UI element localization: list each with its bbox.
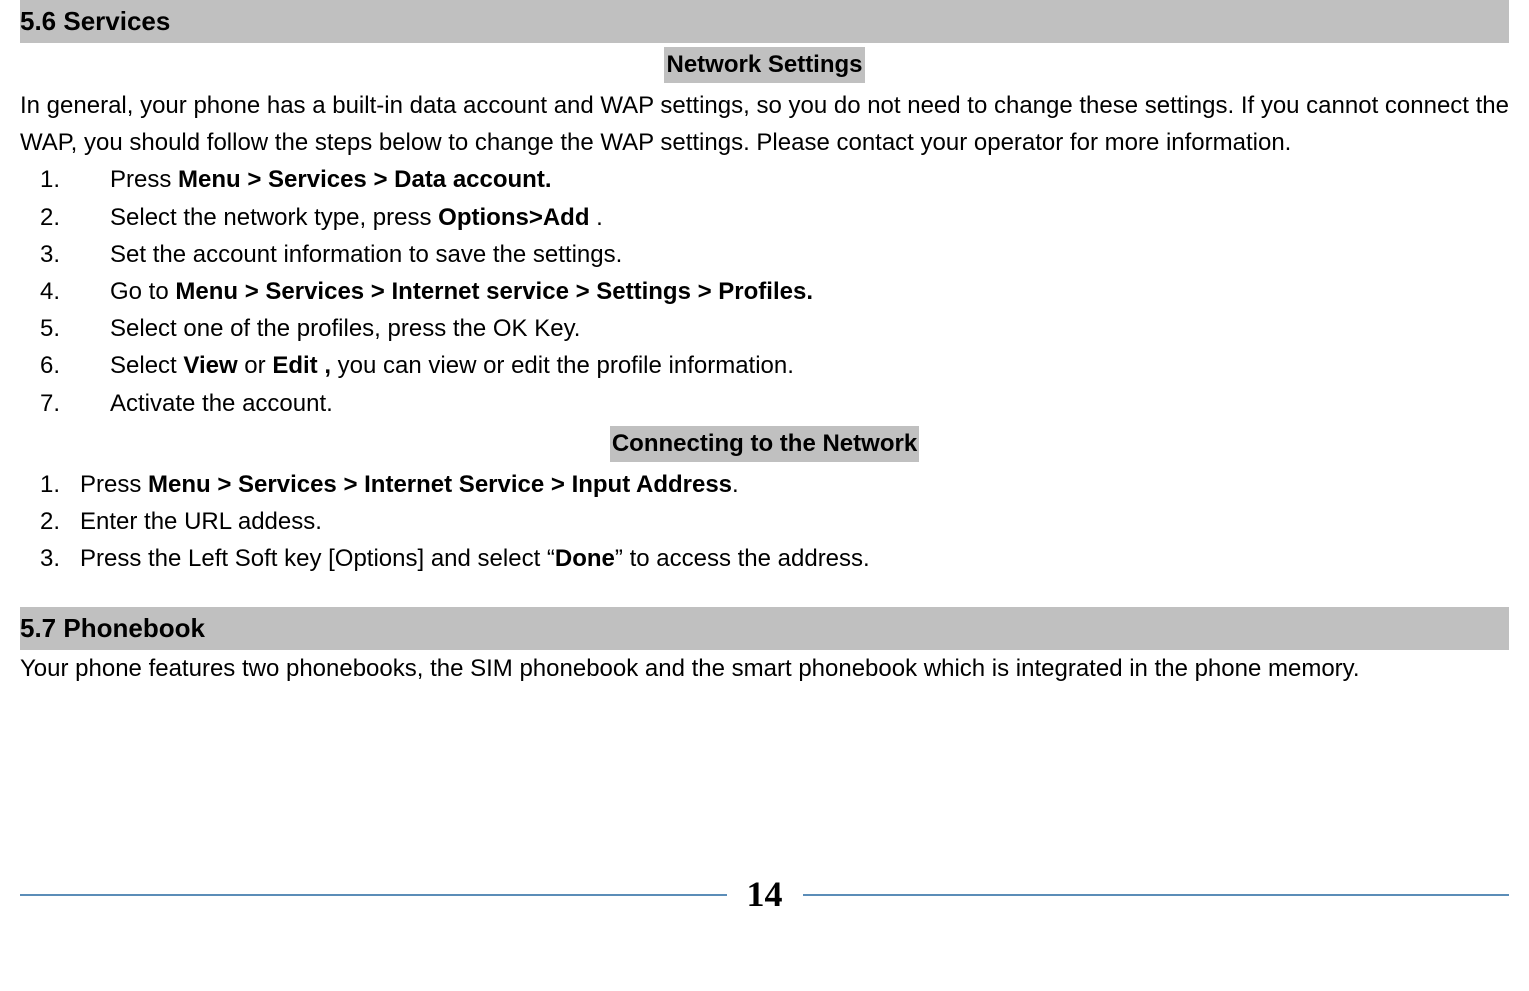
list-item: 1. Press Menu > Services > Data account.: [20, 161, 1509, 198]
step-number: 5.: [40, 310, 110, 347]
step-number: 1.: [40, 161, 110, 198]
network-settings-heading: Network Settings: [664, 47, 864, 83]
section-5-7-title: 5.7 Phonebook: [20, 607, 1509, 650]
step-number: 7.: [40, 385, 110, 422]
list-item: 2. Enter the URL addess.: [20, 503, 1509, 540]
network-settings-intro: In general, your phone has a built-in da…: [20, 87, 1509, 161]
step-text: Set the account information to save the …: [110, 236, 622, 273]
connecting-steps: 1. Press Menu > Services > Internet Serv…: [20, 466, 1509, 578]
step-text: Press Menu > Services > Data account.: [110, 161, 552, 198]
network-settings-steps: 1. Press Menu > Services > Data account.…: [20, 161, 1509, 421]
step-number: 3.: [40, 540, 80, 577]
connecting-heading-wrapper: Connecting to the Network: [20, 426, 1509, 462]
list-item: 2. Select the network type, press Option…: [20, 199, 1509, 236]
network-settings-heading-wrapper: Network Settings: [20, 47, 1509, 83]
step-number: 6.: [40, 347, 110, 384]
footer-line-left: [20, 894, 735, 896]
connecting-heading: Connecting to the Network: [610, 426, 919, 462]
step-text: Enter the URL addess.: [80, 503, 322, 540]
step-text: Go to Menu > Services > Internet service…: [110, 273, 813, 310]
step-number: 2.: [40, 503, 80, 540]
step-text: Select one of the profiles, press the OK…: [110, 310, 580, 347]
step-text: Activate the account.: [110, 385, 333, 422]
step-number: 3.: [40, 236, 110, 273]
list-item: 4. Go to Menu > Services > Internet serv…: [20, 273, 1509, 310]
list-item: 3. Press the Left Soft key [Options] and…: [20, 540, 1509, 577]
list-item: 6. Select View or Edit , you can view or…: [20, 347, 1509, 384]
list-item: 7. Activate the account.: [20, 385, 1509, 422]
page-number: 14: [727, 867, 803, 921]
step-number: 4.: [40, 273, 110, 310]
step-text: Select the network type, press Options>A…: [110, 199, 603, 236]
step-text: Press Menu > Services > Internet Service…: [80, 466, 739, 503]
list-item: 5. Select one of the profiles, press the…: [20, 310, 1509, 347]
section-5-6-title: 5.6 Services: [20, 0, 1509, 43]
step-number: 1.: [40, 466, 80, 503]
footer-line-right: [794, 894, 1509, 896]
step-text: Press the Left Soft key [Options] and se…: [80, 540, 870, 577]
phonebook-intro: Your phone features two phonebooks, the …: [20, 650, 1509, 687]
page-footer: 14: [20, 867, 1509, 921]
list-item: 1. Press Menu > Services > Internet Serv…: [20, 466, 1509, 503]
step-text: Select View or Edit , you can view or ed…: [110, 347, 794, 384]
step-number: 2.: [40, 199, 110, 236]
list-item: 3. Set the account information to save t…: [20, 236, 1509, 273]
